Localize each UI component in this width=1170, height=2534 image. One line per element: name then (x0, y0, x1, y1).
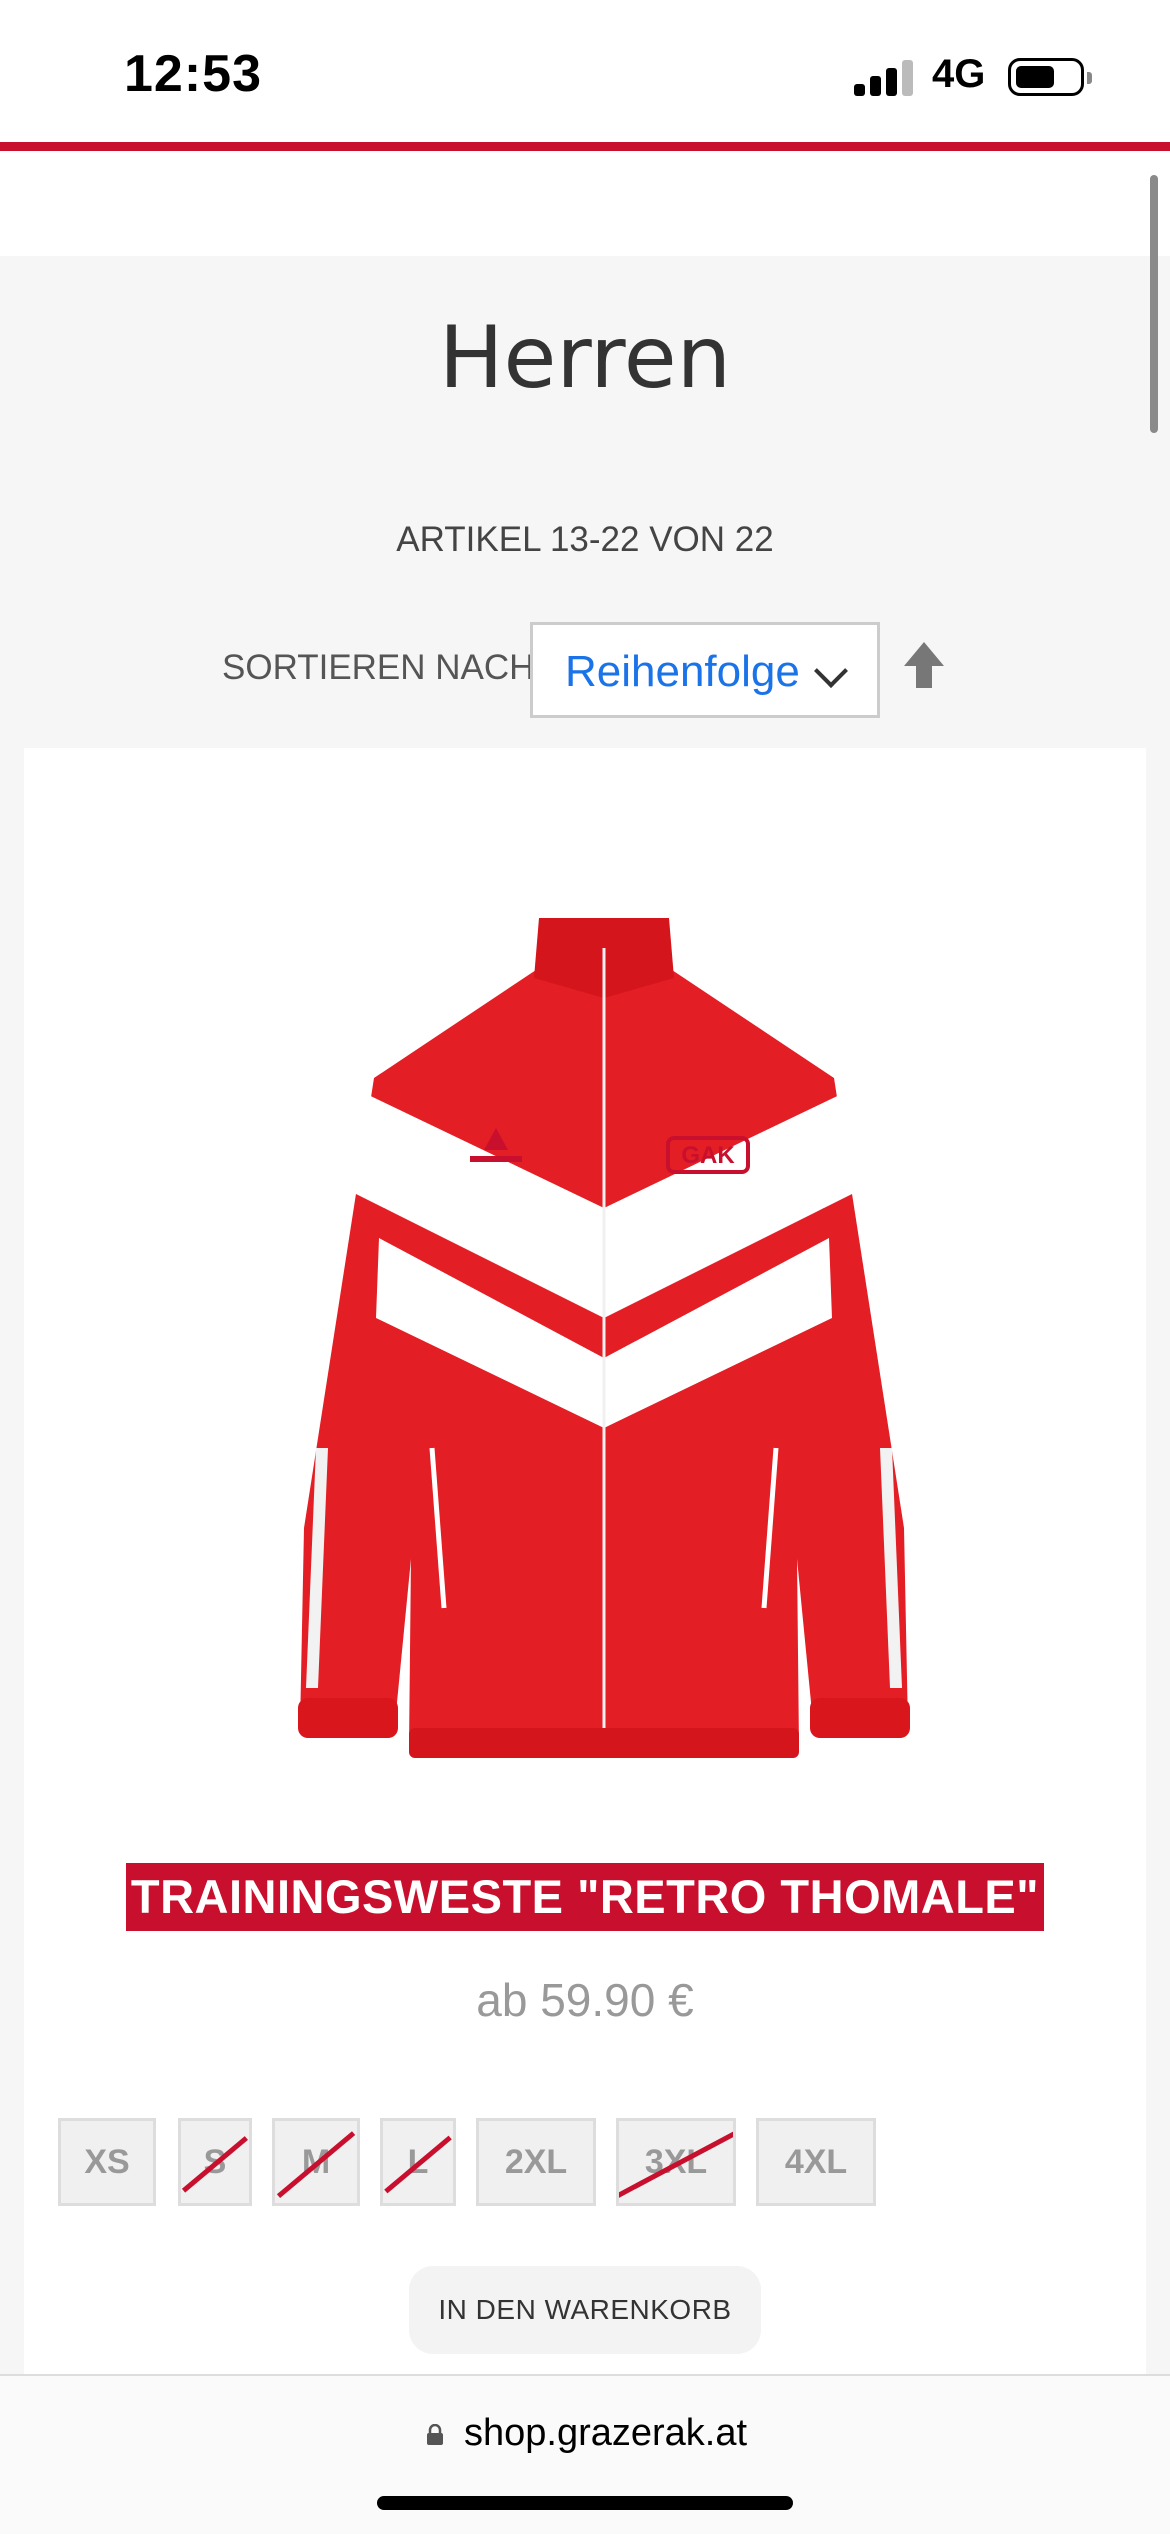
chevron-down-icon (814, 654, 848, 688)
item-count: ARTIKEL 13-22 VON 22 (396, 520, 774, 559)
clock: 12:53 (124, 45, 262, 103)
header-accent-line (0, 142, 1170, 151)
sort-select-value: Reihenfolge (565, 647, 800, 696)
lock-icon (427, 2424, 443, 2445)
url-text: shop.grazerak.at (464, 2412, 748, 2454)
size-m[interactable]: M (272, 2118, 360, 2206)
arrow-up-icon[interactable] (902, 640, 946, 690)
size-3xl[interactable]: 3XL (616, 2118, 736, 2206)
size-2xl[interactable]: 2XL (476, 2118, 596, 2206)
size-l[interactable]: L (380, 2118, 456, 2206)
site-header (0, 151, 1170, 256)
product-price: ab 59.90 € (476, 1974, 694, 2026)
size-s[interactable]: S (178, 2118, 252, 2206)
size-xs[interactable]: XS (58, 2118, 156, 2206)
product-image[interactable]: GAK (284, 888, 924, 1768)
signal-icon (854, 58, 916, 96)
home-indicator[interactable] (377, 2496, 793, 2510)
browser-address-bar[interactable]: shop.grazerak.at (0, 2374, 1170, 2534)
sort-select[interactable]: Reihenfolge (530, 622, 880, 718)
sort-label: SORTIEREN NACH (222, 648, 535, 687)
page-title: Herren (438, 308, 732, 408)
add-to-cart-button[interactable]: IN DEN WARENKORB (409, 2266, 761, 2354)
product-card: GAK TRAININGSWESTE "RETRO THOMALE" ab 59… (24, 748, 1146, 2532)
size-4xl[interactable]: 4XL (756, 2118, 876, 2206)
battery-icon (1008, 58, 1092, 96)
status-bar: 12:53 4G (0, 0, 1170, 142)
product-name[interactable]: TRAININGSWESTE "RETRO THOMALE" (126, 1863, 1044, 1931)
network-type: 4G (932, 52, 986, 96)
svg-text:GAK: GAK (681, 1142, 735, 1169)
